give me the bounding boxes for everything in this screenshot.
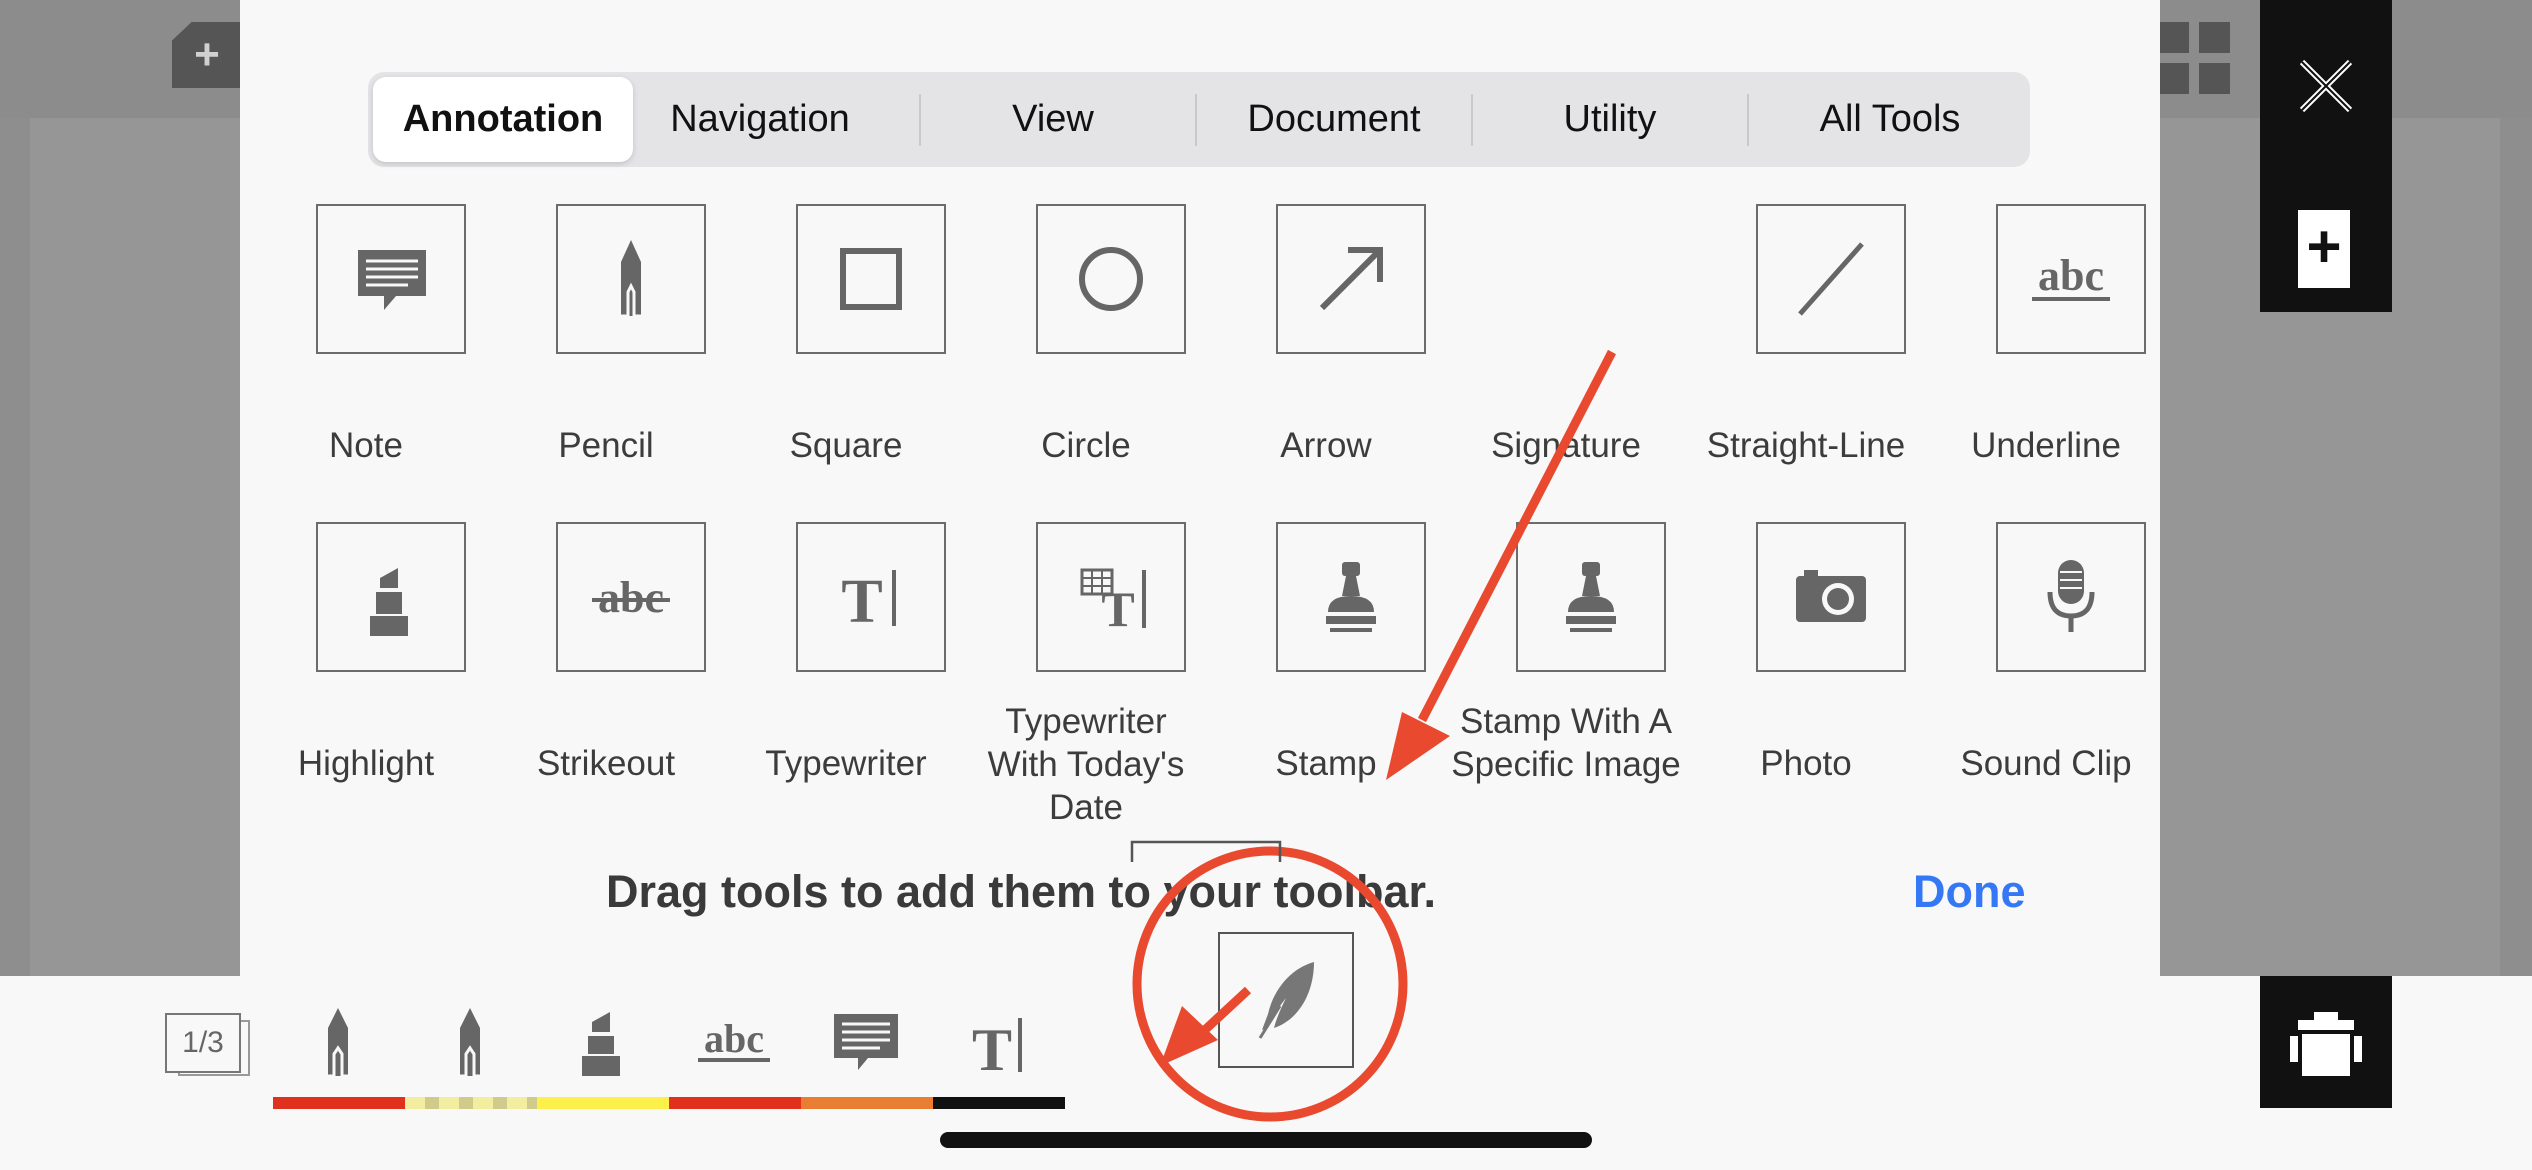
arrow-icon xyxy=(1276,204,1426,354)
underline-icon: abc xyxy=(698,1016,770,1062)
circle-icon xyxy=(1036,204,1186,354)
tab-utility[interactable]: Utility xyxy=(1480,77,1740,162)
highlight-icon xyxy=(316,522,466,672)
add-tab-button[interactable]: + xyxy=(172,22,242,88)
svg-text:abc: abc xyxy=(2038,251,2104,300)
underline-icon: abc xyxy=(1996,204,2146,354)
tool-label: Stamp xyxy=(1275,744,1377,783)
tab-divider xyxy=(919,94,921,146)
tool-label: Signature xyxy=(1491,426,1641,465)
highlight-icon xyxy=(582,1012,620,1076)
color-underline-red xyxy=(669,1097,801,1109)
microphone-icon xyxy=(1996,522,2146,672)
tool-label: Straight-Line xyxy=(1706,426,1906,465)
note-icon xyxy=(316,204,466,354)
tab-annotation[interactable]: Annotation xyxy=(373,77,633,162)
page-indicator[interactable]: 1/3 xyxy=(165,1013,241,1073)
home-indicator xyxy=(940,1132,1592,1148)
plus-icon: + xyxy=(2306,213,2342,280)
close-button[interactable] xyxy=(2290,50,2362,122)
tool-label: Square xyxy=(789,426,903,465)
toolbar-typewriter[interactable]: T xyxy=(938,992,1058,1092)
dragged-tool-tile[interactable] xyxy=(1218,932,1354,1068)
toolbar-note[interactable] xyxy=(806,992,926,1092)
grid-icon[interactable] xyxy=(2158,22,2230,94)
tool-label: Highlight xyxy=(297,744,435,783)
straight-line-icon xyxy=(1756,204,1906,354)
tool-label: Strikeout xyxy=(536,744,676,783)
pencil-icon xyxy=(328,1008,348,1078)
svg-text:T: T xyxy=(1101,581,1134,637)
strikeout-icon: abc xyxy=(556,522,706,672)
stamp-image-icon xyxy=(1516,522,1666,672)
svg-text:abc: abc xyxy=(704,1016,764,1061)
drag-hint-text: Drag tools to add them to your toolbar. xyxy=(606,866,1437,917)
tool-label: Photo xyxy=(1760,744,1852,783)
typewriter-date-icon: T xyxy=(1036,522,1186,672)
toolbar-underline[interactable]: abc xyxy=(674,992,794,1092)
tab-view[interactable]: View xyxy=(928,77,1178,162)
tool-label: Arrow xyxy=(1280,426,1372,465)
svg-text:T: T xyxy=(972,1017,1012,1083)
pencil-icon xyxy=(556,204,706,354)
tool-label: Circle xyxy=(1041,426,1131,465)
square-icon xyxy=(796,204,946,354)
note-icon xyxy=(834,1014,898,1070)
color-underline-red xyxy=(273,1097,405,1109)
add-button[interactable]: + xyxy=(2298,210,2350,288)
tool-label: Typewriter xyxy=(765,744,927,783)
tab-divider xyxy=(1195,94,1197,146)
toolbar-pencil-red[interactable] xyxy=(278,992,398,1092)
tool-label: Sound Clip xyxy=(1960,744,2132,783)
color-underline-pale-yellow xyxy=(405,1097,537,1109)
tool-label: Underline xyxy=(1971,426,2121,465)
tab-divider xyxy=(1471,94,1473,146)
toolbar-pencil-yellow[interactable] xyxy=(410,992,530,1092)
svg-text:abc: abc xyxy=(598,573,664,622)
tool-label: Typewriter With Today's Date xyxy=(987,702,1185,827)
tab-document[interactable]: Document xyxy=(1204,77,1464,162)
trash-icon xyxy=(2290,1012,2362,1076)
toolbar-highlight[interactable] xyxy=(542,992,662,1092)
tool-label: Stamp With A Specific Image xyxy=(1451,702,1681,784)
quill-icon xyxy=(1258,962,1314,1039)
color-underline-black xyxy=(933,1097,1065,1109)
color-underline-orange xyxy=(801,1097,933,1109)
tab-divider xyxy=(1747,94,1749,146)
pencil-icon xyxy=(460,1008,480,1078)
close-icon xyxy=(2299,59,2353,113)
tab-all-tools[interactable]: All Tools xyxy=(1756,77,2024,162)
typewriter-icon: T xyxy=(972,1017,1022,1083)
tool-label: Pencil xyxy=(558,426,654,465)
color-underline-yellow xyxy=(537,1097,669,1109)
stamp-icon xyxy=(1276,522,1426,672)
done-button[interactable]: Done xyxy=(1913,866,2026,918)
typewriter-icon: T xyxy=(796,522,946,672)
category-tabs: Annotation Navigation View Document Util… xyxy=(368,72,2030,167)
trash-button[interactable] xyxy=(2260,976,2392,1108)
svg-text:T: T xyxy=(841,568,882,636)
tool-label: Note xyxy=(329,426,403,465)
camera-icon xyxy=(1756,522,1906,672)
tab-navigation[interactable]: Navigation xyxy=(640,77,880,162)
